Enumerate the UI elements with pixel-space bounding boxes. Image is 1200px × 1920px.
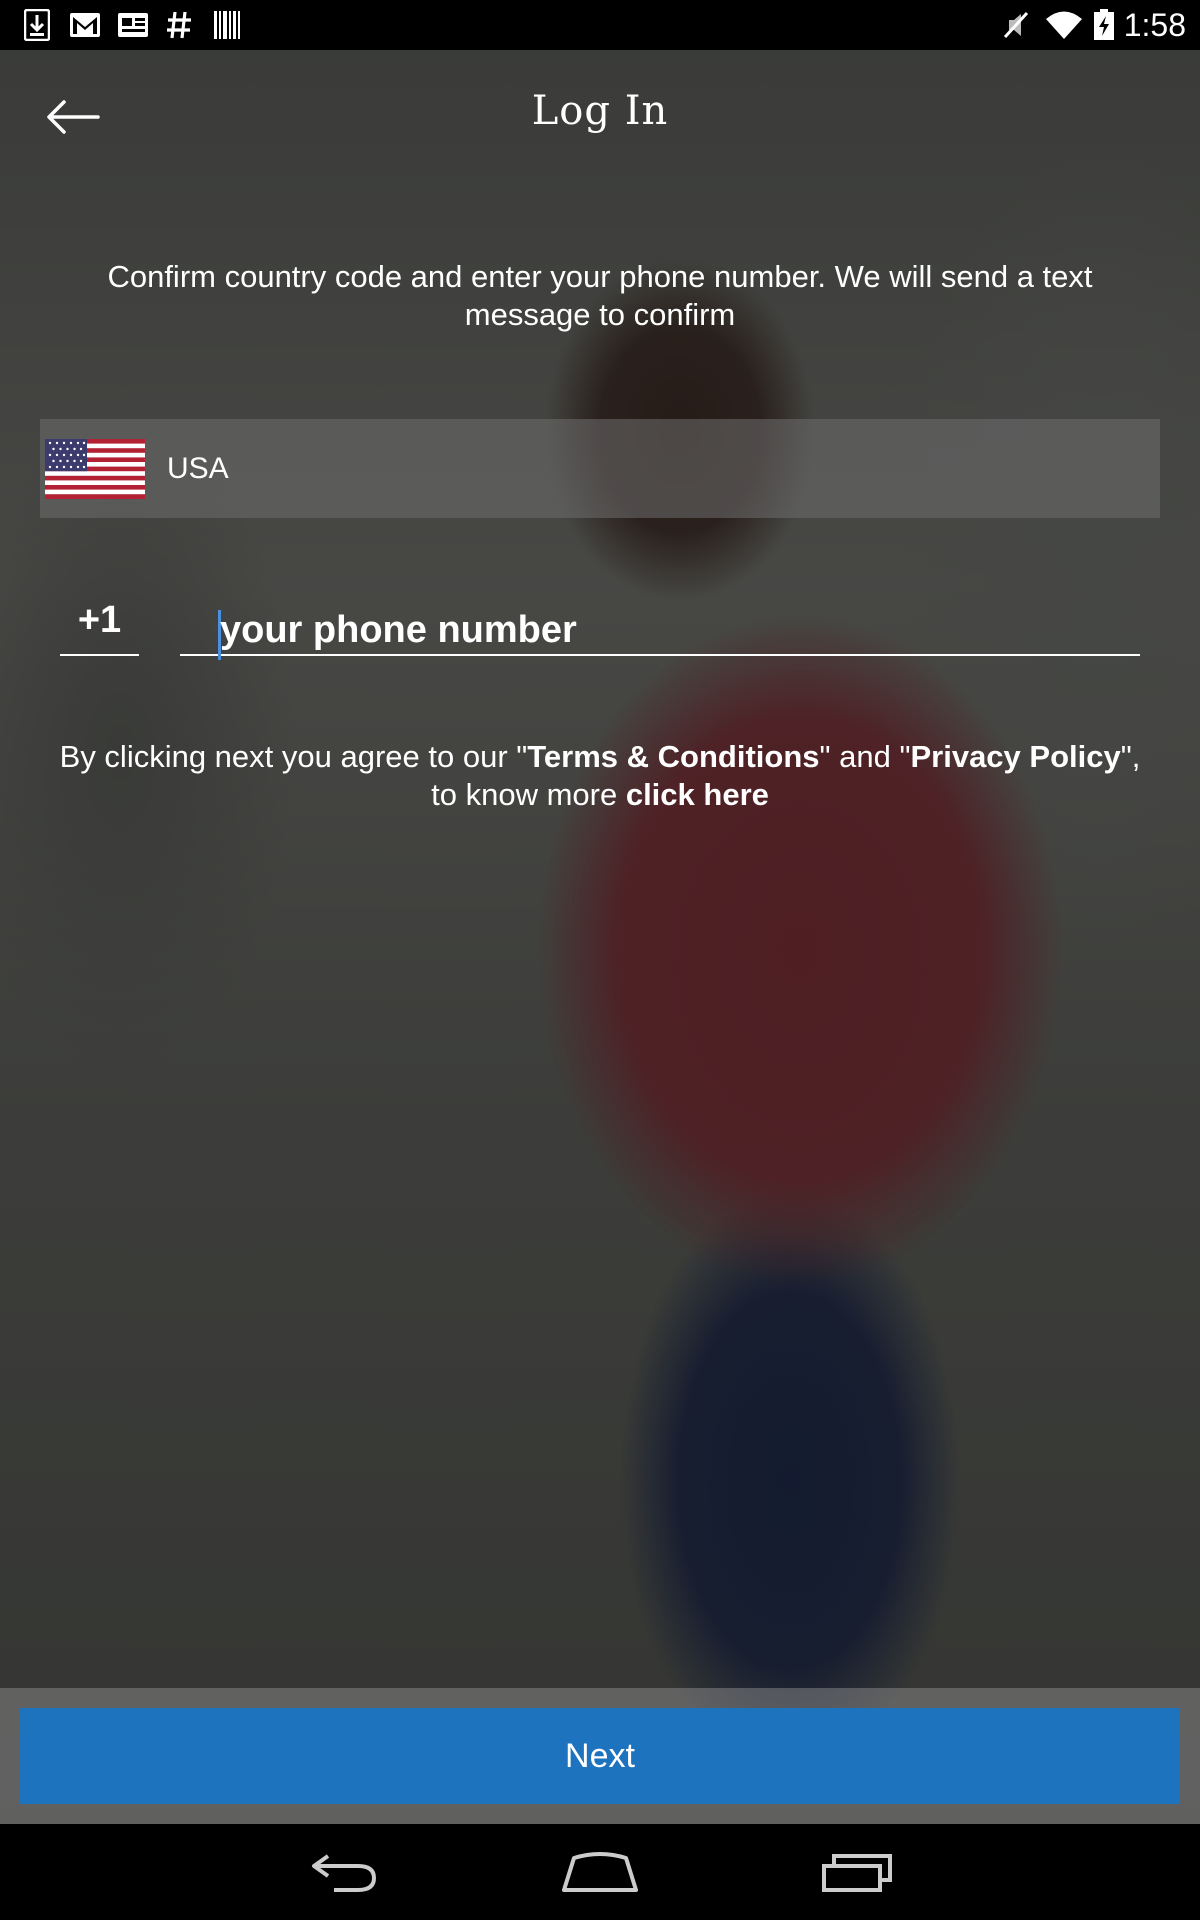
terms-notice: By clicking next you agree to our "Terms… — [40, 738, 1160, 814]
more-prefix: to know more — [431, 777, 626, 812]
usa-flag-icon — [45, 438, 145, 499]
privacy-policy-link[interactable]: Privacy Policy — [910, 739, 1120, 774]
terms-conditions-link[interactable]: Terms & Conditions — [527, 739, 819, 774]
country-code-field[interactable]: +1 — [60, 590, 139, 656]
login-screen: 1:58 Log In Confirm country code and ent… — [0, 0, 1200, 1920]
nav-back-icon — [312, 1854, 377, 1892]
gmail-icon — [68, 8, 102, 42]
next-button[interactable]: Next — [20, 1708, 1180, 1804]
nav-home-button[interactable] — [550, 1844, 650, 1900]
status-bar: 1:58 — [0, 0, 1200, 50]
barcode-icon — [212, 8, 242, 42]
country-selector[interactable]: USA — [40, 419, 1160, 518]
phone-number-input[interactable]: your phone number — [180, 590, 1140, 660]
nav-recents-icon — [822, 1854, 892, 1892]
battery-charging-icon — [1092, 8, 1116, 42]
phone-number-placeholder: your phone number — [220, 609, 577, 651]
mute-icon — [1000, 8, 1032, 42]
terms-prefix: By clicking next you agree to our " — [59, 739, 528, 774]
wifi-icon — [1044, 8, 1084, 42]
phone-input-row: +1 your phone number — [0, 570, 1200, 670]
nav-back-button[interactable] — [294, 1844, 394, 1900]
nav-recents-button[interactable] — [808, 1844, 908, 1900]
status-time: 1:58 — [1123, 7, 1186, 43]
hashtag-icon — [164, 8, 194, 42]
app-header: Log In — [0, 50, 1200, 180]
system-nav-bar — [0, 1824, 1200, 1920]
page-title: Log In — [531, 88, 669, 134]
instructions-text: Confirm country code and enter your phon… — [107, 259, 1093, 332]
terms-middle: " and " — [819, 739, 911, 774]
download-icon — [22, 8, 52, 42]
news-icon — [116, 8, 150, 42]
nav-home-icon — [562, 1852, 638, 1892]
terms-suffix: ", — [1120, 739, 1141, 774]
click-here-link[interactable]: click here — [626, 777, 769, 812]
country-name: USA — [167, 451, 229, 485]
